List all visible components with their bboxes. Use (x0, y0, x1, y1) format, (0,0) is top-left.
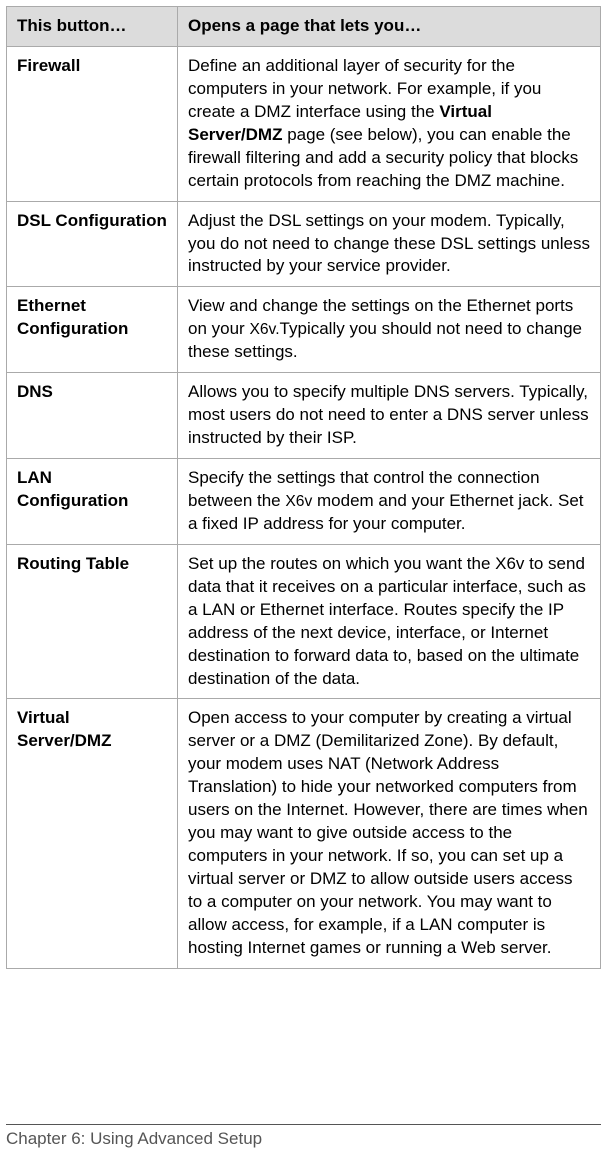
table-row: Virtual Server/DMZ Open access to your c… (7, 699, 601, 968)
page-footer: Chapter 6: Using Advanced Setup (6, 1124, 601, 1149)
table-row: Firewall Define an additional layer of s… (7, 46, 601, 201)
row-desc-ethernet: View and change the settings on the Ethe… (178, 287, 601, 373)
row-label-firewall: Firewall (7, 46, 178, 201)
settings-table: This button… Opens a page that lets you…… (6, 6, 601, 969)
table-row: Ethernet Configuration View and change t… (7, 287, 601, 373)
row-desc-lan: Specify the settings that control the co… (178, 459, 601, 545)
table-row: DNS Allows you to specify multiple DNS s… (7, 373, 601, 459)
row-desc-dmz: Open access to your computer by creating… (178, 699, 601, 968)
row-label-routing: Routing Table (7, 544, 178, 699)
table-row: LAN Configuration Specify the settings t… (7, 459, 601, 545)
row-label-dns: DNS (7, 373, 178, 459)
row-label-dsl: DSL Configuration (7, 201, 178, 287)
table-row: Routing Table Set up the routes on which… (7, 544, 601, 699)
row-desc-dns: Allows you to specify multiple DNS serve… (178, 373, 601, 459)
table-row: DSL Configuration Adjust the DSL setting… (7, 201, 601, 287)
row-desc-firewall: Define an additional layer of security f… (178, 46, 601, 201)
row-desc-dsl: Adjust the DSL settings on your modem. T… (178, 201, 601, 287)
text-small: X6v. (249, 321, 279, 338)
page-container: This button… Opens a page that lets you…… (0, 0, 607, 1155)
row-desc-routing: Set up the routes on which you want the … (178, 544, 601, 699)
footer-chapter: Chapter 6: Using Advanced Setup (6, 1129, 262, 1148)
text-small: X6v (285, 493, 312, 510)
row-label-dmz: Virtual Server/DMZ (7, 699, 178, 968)
row-label-lan: LAN Configuration (7, 459, 178, 545)
table-header-row: This button… Opens a page that lets you… (7, 7, 601, 47)
header-col2: Opens a page that lets you… (178, 7, 601, 47)
row-label-ethernet: Ethernet Configuration (7, 287, 178, 373)
header-col1: This button… (7, 7, 178, 47)
